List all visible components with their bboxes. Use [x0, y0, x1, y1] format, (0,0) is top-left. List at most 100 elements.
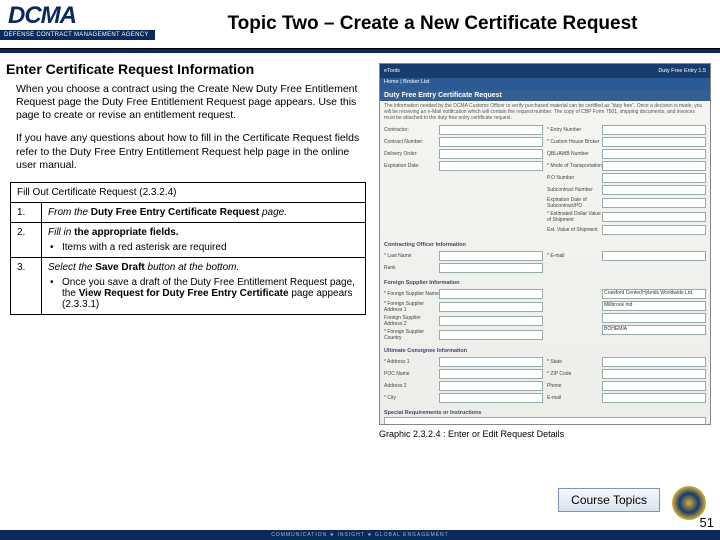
ss-field-input: [602, 225, 706, 235]
ss-app: eTools: [384, 68, 400, 74]
ss-field-input: [602, 198, 706, 208]
ss-field-label: POC Name: [384, 371, 439, 377]
ss-field-input: [439, 357, 543, 367]
ss-field-label: * Mode of Transportation: [547, 163, 602, 169]
ss-field-input: [439, 149, 543, 159]
ss-field-input: [602, 212, 706, 222]
ss-field-label: Phone: [547, 383, 602, 389]
logo: DCMA: [0, 0, 155, 30]
ss-field-label: QBL/AWB Number: [547, 151, 602, 157]
ss-field-input: Crawford Center/Hybrids Worldwide Ltd.: [602, 289, 706, 299]
ss-section-sr: Special Requirements or Instructions: [380, 410, 710, 416]
ss-field-input: [439, 289, 543, 299]
ss-field-label: P.O Number: [547, 175, 602, 181]
step-text: Select the Save Draft button at the bott…: [42, 257, 366, 314]
ss-field-label: Contract Number:: [384, 139, 439, 145]
ss-field-input: [439, 369, 543, 379]
ss-field-input: [602, 125, 706, 135]
step-text: Fill in the appropriate fields. Items wi…: [42, 222, 366, 257]
ss-field-input: [602, 313, 706, 323]
ss-field-input: [602, 251, 706, 261]
ss-field-input: [439, 316, 543, 326]
page-number: 51: [700, 515, 714, 530]
ss-field-input: [602, 357, 706, 367]
ss-field-label: Delivery Order:: [384, 151, 439, 157]
steps-table: Fill Out Certificate Request (2.3.2.4) 1…: [10, 182, 366, 315]
ss-field-label: Expiration Date of Subcontract/PO: [547, 197, 602, 209]
ss-field-label: * City: [384, 395, 439, 401]
ss-field-input: [439, 161, 543, 171]
ss-field-input: [602, 173, 706, 183]
logo-block: DCMA DEFENSE CONTRACT MANAGEMENT AGENCY: [0, 0, 155, 48]
ss-field-input: [602, 369, 706, 379]
right-column: eTools Duty Free Entry 1.5 Home | Broker…: [379, 59, 709, 439]
ss-field-label: * Last Name: [384, 253, 439, 259]
ss-textarea: [384, 417, 706, 425]
ss-field-input: [602, 393, 706, 403]
table-row: 1. From the Duty Free Entry Certificate …: [11, 202, 366, 222]
ss-field-input: [439, 137, 543, 147]
ss-field-input: [439, 263, 543, 273]
ss-field-input: [602, 185, 706, 195]
ss-field-label: Subcontract Number: [547, 187, 602, 193]
footer-text: COMMUNICATION ★ INSIGHT ★ GLOBAL ENGAGEM…: [271, 532, 448, 538]
intro-para-2: If you have any questions about how to f…: [16, 132, 371, 171]
ss-field-input: [602, 137, 706, 147]
ss-field-label: * Estimated Dollar Value of Shipment: [547, 211, 602, 223]
ss-field-input: BOHEMIA: [602, 325, 706, 335]
ss-field-input: [439, 330, 543, 340]
ss-field-label: Contractor:: [384, 127, 439, 133]
header: DCMA DEFENSE CONTRACT MANAGEMENT AGENCY …: [0, 0, 720, 49]
logo-subtitle: DEFENSE CONTRACT MANAGEMENT AGENCY: [0, 30, 155, 40]
footer: COMMUNICATION ★ INSIGHT ★ GLOBAL ENGAGEM…: [0, 530, 720, 540]
ss-section-co: Contracting Officer Information: [380, 242, 710, 248]
ss-field-label: E-mail: [547, 395, 602, 401]
intro-para-1: When you choose a contract using the Cre…: [16, 83, 371, 122]
topic-title: Topic Two – Create a New Certificate Req…: [155, 13, 720, 35]
ss-field-label: * Foreign Supplier Country: [384, 329, 439, 341]
table-row: 3. Select the Save Draft button at the b…: [11, 257, 366, 314]
steps-header: Fill Out Certificate Request (2.3.2.4): [11, 182, 366, 202]
step-num: 1.: [11, 202, 42, 222]
ss-field-input: [439, 393, 543, 403]
ss-field-input: [602, 161, 706, 171]
form-screenshot: eTools Duty Free Entry 1.5 Home | Broker…: [379, 63, 711, 425]
table-row: 2. Fill in the appropriate fields. Items…: [11, 222, 366, 257]
ss-field-label: Rank: [384, 265, 439, 271]
step-bullet: Items with a red asterisk are required: [48, 242, 359, 253]
step-num: 3.: [11, 257, 42, 314]
content: Enter Certificate Request Information Wh…: [0, 53, 720, 443]
ss-field-label: * Foreign Supplier Name: [384, 291, 439, 297]
ss-field-label: Est. Value of Shipment: [547, 227, 602, 233]
ss-field-input: [602, 149, 706, 159]
ss-field-label: * Entry Number: [547, 127, 602, 133]
step-text: From the Duty Free Entry Certificate Req…: [42, 202, 366, 222]
graphic-caption: Graphic 2.3.2.4 : Enter or Edit Request …: [379, 429, 709, 439]
ss-tabs: Home | Broker List: [380, 78, 710, 90]
ss-field-label: * Foreign Supplier Address 1: [384, 301, 439, 313]
ss-field-label: Foreign Supplier Address 2: [384, 315, 439, 327]
ss-field-label: Address 2: [384, 383, 439, 389]
ss-section-uc: Ultimate Consignee Information: [380, 348, 710, 354]
section-title: Enter Certificate Request Information: [6, 61, 371, 77]
ss-field-input: [602, 381, 706, 391]
ss-title: Duty Free Entry Certificate Request: [380, 90, 710, 101]
ss-field-label: * Address 1: [384, 359, 439, 365]
ss-field-label: * E-mail: [547, 253, 602, 259]
left-column: Enter Certificate Request Information Wh…: [6, 59, 379, 439]
ss-field-input: [439, 251, 543, 261]
ss-field-input: [439, 125, 543, 135]
course-topics-button[interactable]: Course Topics: [558, 488, 660, 512]
ss-field-label: * Custom House Broker: [547, 139, 602, 145]
step-bullet: Once you save a draft of the Duty Free E…: [48, 277, 359, 310]
step-num: 2.: [11, 222, 42, 257]
ss-section-fs: Foreign Supplier Information: [380, 280, 710, 286]
ss-field-label: * State: [547, 359, 602, 365]
ss-field-input: [439, 381, 543, 391]
ss-field-label: * ZIP Code: [547, 371, 602, 377]
ss-field-input: [439, 302, 543, 312]
ss-field-label: Expiration Date:: [384, 163, 439, 169]
ss-app-right: Duty Free Entry 1.5: [658, 68, 706, 74]
ss-field-input: Millbrook Ind: [602, 301, 706, 311]
ss-note: The information needed by the DCMA Custo…: [380, 101, 710, 123]
